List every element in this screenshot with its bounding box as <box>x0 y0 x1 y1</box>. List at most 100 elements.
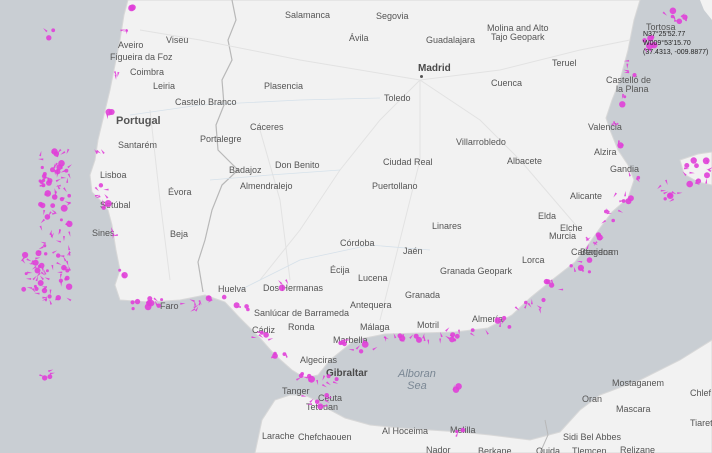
ship-marker-icon[interactable] <box>67 173 71 179</box>
ship-marker-icon[interactable] <box>103 188 109 191</box>
ship-marker-icon[interactable] <box>676 18 683 25</box>
ship-marker-icon[interactable] <box>409 334 414 339</box>
ship-marker-icon[interactable] <box>316 379 319 386</box>
ship-marker-icon[interactable] <box>51 264 54 271</box>
ship-marker-icon[interactable] <box>40 241 46 245</box>
ship-marker-icon[interactable] <box>44 252 48 256</box>
ship-marker-icon[interactable] <box>21 286 27 292</box>
ship-marker-icon[interactable] <box>121 272 128 279</box>
ship-marker-icon[interactable] <box>306 403 313 405</box>
ship-marker-icon[interactable] <box>536 305 542 309</box>
ship-marker-icon[interactable] <box>606 212 612 215</box>
ship-marker-icon[interactable] <box>393 333 397 339</box>
ship-marker-icon[interactable] <box>695 178 702 184</box>
ship-marker-icon[interactable] <box>259 330 264 335</box>
ship-marker-icon[interactable] <box>112 233 115 239</box>
ship-marker-icon[interactable] <box>41 287 48 294</box>
ship-marker-icon[interactable] <box>51 28 56 33</box>
ship-marker-icon[interactable] <box>194 300 197 306</box>
ship-marker-icon[interactable] <box>686 180 693 188</box>
ship-marker-icon[interactable] <box>114 74 117 80</box>
ship-marker-icon[interactable] <box>63 236 65 242</box>
ship-marker-icon[interactable] <box>50 203 56 209</box>
ship-marker-icon[interactable] <box>440 331 443 338</box>
ship-marker-icon[interactable] <box>59 218 63 222</box>
ship-marker-icon[interactable] <box>104 200 112 207</box>
ship-marker-icon[interactable] <box>587 270 592 274</box>
ship-marker-icon[interactable] <box>131 307 135 311</box>
ship-marker-icon[interactable] <box>65 260 69 267</box>
ship-marker-icon[interactable] <box>669 7 677 15</box>
ship-marker-icon[interactable] <box>632 73 637 78</box>
ship-marker-icon[interactable] <box>617 142 624 149</box>
ship-marker-icon[interactable] <box>527 302 532 308</box>
ship-marker-icon[interactable] <box>543 278 550 285</box>
ship-marker-icon[interactable] <box>455 429 459 434</box>
ship-marker-icon[interactable] <box>624 191 626 197</box>
ship-marker-icon[interactable] <box>129 4 136 11</box>
ship-marker-icon[interactable] <box>663 197 667 201</box>
ship-marker-icon[interactable] <box>66 297 72 302</box>
ship-marker-icon[interactable] <box>445 327 450 332</box>
ship-marker-icon[interactable] <box>38 158 44 161</box>
ship-marker-icon[interactable] <box>180 302 186 305</box>
ship-marker-icon[interactable] <box>660 189 667 192</box>
ship-marker-icon[interactable] <box>458 329 460 335</box>
ship-marker-icon[interactable] <box>361 341 369 348</box>
ship-marker-icon[interactable] <box>514 306 520 311</box>
ship-marker-icon[interactable] <box>39 225 43 231</box>
ship-marker-icon[interactable] <box>47 178 53 184</box>
ship-marker-icon[interactable] <box>60 273 62 280</box>
ship-marker-icon[interactable] <box>302 376 308 379</box>
ship-marker-icon[interactable] <box>326 381 331 386</box>
ship-marker-icon[interactable] <box>524 300 528 305</box>
ship-marker-icon[interactable] <box>100 149 105 154</box>
ship-marker-icon[interactable] <box>68 231 71 237</box>
ship-marker-icon[interactable] <box>450 332 456 338</box>
ship-marker-icon[interactable] <box>43 244 47 248</box>
ship-marker-icon[interactable] <box>322 375 326 381</box>
ship-marker-icon[interactable] <box>413 333 419 339</box>
ship-marker-icon[interactable] <box>47 374 53 380</box>
ship-marker-icon[interactable] <box>285 352 288 358</box>
ship-marker-icon[interactable] <box>383 336 389 340</box>
ship-marker-icon[interactable] <box>102 199 105 205</box>
ship-marker-icon[interactable] <box>348 349 354 351</box>
ship-marker-icon[interactable] <box>358 349 364 354</box>
ship-marker-icon[interactable] <box>705 178 708 184</box>
ship-marker-icon[interactable] <box>26 258 32 262</box>
ship-marker-icon[interactable] <box>118 268 122 272</box>
ship-marker-icon[interactable] <box>342 341 347 347</box>
ship-marker-icon[interactable] <box>106 113 109 120</box>
ship-marker-icon[interactable] <box>48 211 52 217</box>
ship-marker-icon[interactable] <box>494 317 502 324</box>
ship-marker-icon[interactable] <box>326 374 331 379</box>
ship-marker-icon[interactable] <box>37 264 42 268</box>
ship-marker-icon[interactable] <box>64 277 68 281</box>
ship-marker-icon[interactable] <box>55 295 61 301</box>
ship-marker-icon[interactable] <box>47 294 52 299</box>
ship-marker-icon[interactable] <box>34 267 41 274</box>
ship-marker-icon[interactable] <box>662 11 668 16</box>
ship-marker-icon[interactable] <box>56 261 62 265</box>
ship-marker-icon[interactable] <box>321 383 327 388</box>
ship-marker-icon[interactable] <box>111 227 114 233</box>
ship-marker-icon[interactable] <box>55 184 61 187</box>
ship-marker-icon[interactable] <box>43 209 46 216</box>
ship-marker-icon[interactable] <box>569 264 573 268</box>
ship-marker-icon[interactable] <box>60 169 66 173</box>
ship-marker-icon[interactable] <box>39 275 45 281</box>
ship-marker-icon[interactable] <box>39 150 42 157</box>
ship-marker-icon[interactable] <box>134 298 141 305</box>
ship-marker-icon[interactable] <box>332 381 339 384</box>
ship-marker-icon[interactable] <box>53 162 56 169</box>
ship-marker-icon[interactable] <box>704 172 710 179</box>
ship-marker-icon[interactable] <box>268 338 274 341</box>
ship-marker-icon[interactable] <box>68 244 71 251</box>
ship-marker-icon[interactable] <box>601 219 607 224</box>
ship-marker-icon[interactable] <box>189 299 195 303</box>
ship-marker-icon[interactable] <box>40 165 44 170</box>
ship-marker-icon[interactable] <box>677 192 683 195</box>
ship-marker-icon[interactable] <box>538 308 541 314</box>
ship-marker-icon[interactable] <box>507 325 512 329</box>
